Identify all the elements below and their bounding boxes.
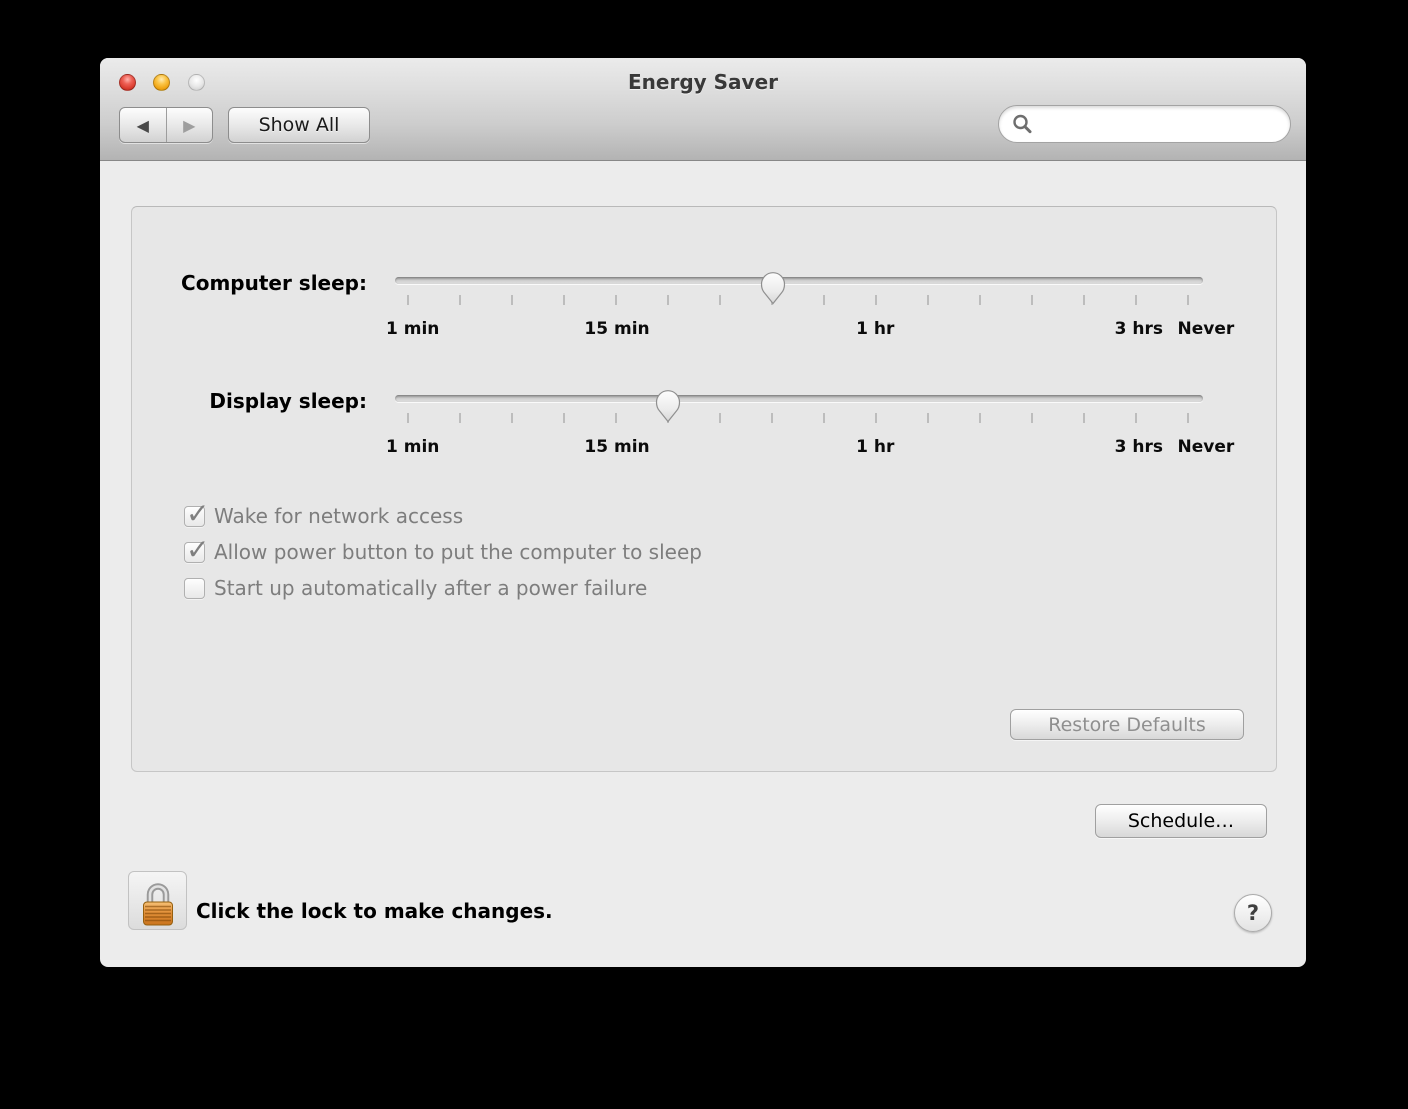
power-button-sleep-checkbox[interactable]: [184, 542, 205, 563]
schedule-label: Schedule…: [1128, 810, 1234, 832]
checkbox-row-power-button: Allow power button to put the computer t…: [184, 539, 702, 565]
slider-ticks: [408, 295, 1188, 306]
slider-track[interactable]: [395, 395, 1203, 402]
slider-tick-labels: 1 min 15 min 1 hr 3 hrs Never: [408, 437, 1188, 461]
computer-sleep-label: Computer sleep:: [131, 271, 367, 295]
restore-defaults-button[interactable]: Restore Defaults: [1010, 709, 1244, 740]
slider-thumb-icon: [653, 388, 683, 423]
slider-tick-labels: 1 min 15 min 1 hr 3 hrs Never: [408, 319, 1188, 343]
computer-sleep-thumb[interactable]: [758, 270, 788, 305]
lock-icon: [137, 879, 179, 929]
restore-defaults-label: Restore Defaults: [1048, 714, 1205, 736]
display-sleep-thumb[interactable]: [653, 388, 683, 423]
tick-label: 1 hr: [856, 319, 894, 339]
titlebar: Energy Saver ◀ ▶ Show All: [100, 58, 1306, 161]
lock-hint-text: Click the lock to make changes.: [196, 899, 553, 923]
computer-sleep-slider: 1 min 15 min 1 hr 3 hrs Never: [395, 273, 1203, 359]
checkbox-row-wake: Wake for network access: [184, 503, 463, 529]
slider-track[interactable]: [395, 277, 1203, 284]
wake-network-checkbox[interactable]: [184, 506, 205, 527]
question-mark-icon: ?: [1247, 901, 1259, 925]
back-arrow-icon: ◀: [137, 116, 149, 135]
tick-label: 1 min: [386, 319, 439, 339]
search-input[interactable]: [1039, 109, 1290, 139]
forward-arrow-icon: ▶: [183, 116, 195, 135]
display-sleep-label: Display sleep:: [131, 389, 367, 413]
tick-label: 3 hrs: [1115, 437, 1163, 457]
nav-segmented-control: ◀ ▶: [119, 107, 213, 143]
slider-ticks: [408, 413, 1188, 424]
startup-after-failure-checkbox[interactable]: [184, 578, 205, 599]
show-all-label: Show All: [259, 114, 340, 136]
screenshot-canvas: Energy Saver ◀ ▶ Show All: [0, 0, 1408, 1109]
tick-label: 3 hrs: [1115, 319, 1163, 339]
help-button[interactable]: ?: [1234, 894, 1272, 932]
show-all-button[interactable]: Show All: [228, 107, 370, 143]
tick-label: 1 hr: [856, 437, 894, 457]
checkbox-label: Allow power button to put the computer t…: [214, 540, 702, 564]
forward-button[interactable]: ▶: [166, 108, 213, 142]
tick-label: 15 min: [584, 319, 649, 339]
energy-saver-window: Energy Saver ◀ ▶ Show All: [100, 58, 1306, 967]
slider-thumb-icon: [758, 270, 788, 305]
back-button[interactable]: ◀: [120, 108, 166, 142]
checkbox-label: Start up automatically after a power fai…: [214, 576, 647, 600]
lock-button[interactable]: [128, 871, 187, 930]
tick-label: Never: [1178, 437, 1235, 457]
tick-label: 1 min: [386, 437, 439, 457]
search-field[interactable]: [998, 105, 1291, 143]
window-title: Energy Saver: [100, 70, 1306, 94]
search-icon: [1011, 113, 1033, 135]
tick-label: 15 min: [584, 437, 649, 457]
tick-label: Never: [1178, 319, 1235, 339]
checkbox-label: Wake for network access: [214, 504, 463, 528]
schedule-button[interactable]: Schedule…: [1095, 804, 1267, 838]
checkbox-row-startup: Start up automatically after a power fai…: [184, 575, 647, 601]
display-sleep-slider: 1 min 15 min 1 hr 3 hrs Never: [395, 391, 1203, 477]
